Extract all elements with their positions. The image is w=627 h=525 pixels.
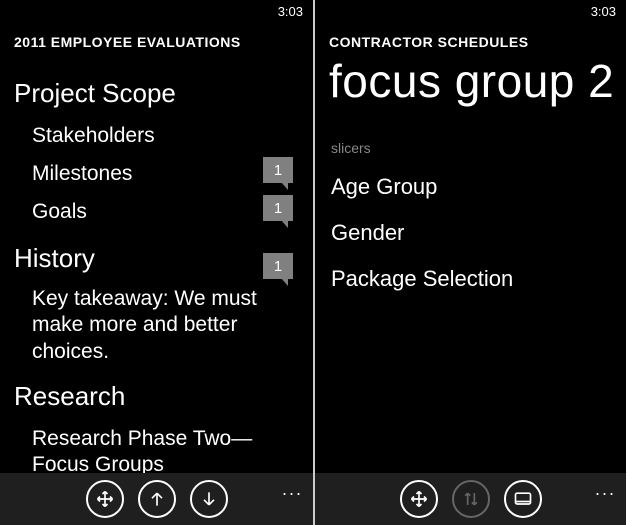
comment-badge[interactable]: 1 (263, 195, 293, 221)
header: 2011 EMPLOYEE EVALUATIONS (0, 0, 313, 50)
comment-count: 1 (274, 200, 282, 217)
section-title-history[interactable]: History (14, 243, 299, 274)
move-icon (409, 489, 429, 509)
outline-item-label: Milestones (32, 162, 132, 185)
slicer-item-label: Gender (331, 220, 404, 245)
slicer-item[interactable]: Package Selection (329, 256, 612, 302)
phone-right: 3:03 CONTRACTOR SCHEDULES focus group 2 … (313, 0, 626, 525)
page-title: focus group 2 r (329, 54, 614, 108)
app-bar: ... (315, 473, 626, 525)
app-title: CONTRACTOR SCHEDULES (329, 34, 614, 50)
outline-item-label: Stakeholders (32, 124, 155, 147)
move-button[interactable] (400, 480, 438, 518)
slicer-item[interactable]: Age Group (329, 164, 612, 210)
comment-badge[interactable]: 1 (263, 253, 293, 279)
comment-count: 1 (274, 258, 282, 275)
sort-button (452, 480, 490, 518)
down-button[interactable] (190, 480, 228, 518)
section-title-project-scope[interactable]: Project Scope (14, 78, 299, 109)
more-button[interactable]: ... (595, 479, 616, 500)
move-icon (95, 489, 115, 509)
status-time: 3:03 (591, 4, 616, 19)
board-icon (513, 489, 533, 509)
app-title: 2011 EMPLOYEE EVALUATIONS (14, 34, 301, 50)
header: CONTRACTOR SCHEDULES focus group 2 r (315, 0, 626, 108)
app-bar: ... (0, 473, 313, 525)
slicers-content: slicers Age Group Gender Package Selecti… (315, 108, 626, 302)
slicers-label: slicers (331, 140, 612, 156)
phone-left: 3:03 2011 EMPLOYEE EVALUATIONS Project S… (0, 0, 313, 525)
move-button[interactable] (86, 480, 124, 518)
up-button[interactable] (138, 480, 176, 518)
arrow-down-icon (199, 489, 219, 509)
outline-note[interactable]: Key takeaway: We must make more and bett… (14, 282, 274, 369)
slicer-item-label: Age Group (331, 174, 437, 199)
slicer-item-label: Package Selection (331, 266, 513, 291)
board-button[interactable] (504, 480, 542, 518)
outline-item[interactable]: Goals 1 (14, 193, 299, 231)
section-title-research[interactable]: Research (14, 381, 299, 412)
outline-item-label: Goals (32, 200, 87, 223)
outline-content: Project Scope Stakeholders Milestones 1 … (0, 50, 313, 482)
outline-item[interactable]: Milestones 1 (14, 155, 299, 193)
sort-icon (461, 489, 481, 509)
comment-count: 1 (274, 162, 282, 179)
more-button[interactable]: ... (282, 479, 303, 500)
outline-item[interactable]: Stakeholders (14, 117, 299, 155)
slicer-item[interactable]: Gender (329, 210, 612, 256)
status-time: 3:03 (278, 4, 303, 19)
comment-badge[interactable]: 1 (263, 157, 293, 183)
arrow-up-icon (147, 489, 167, 509)
